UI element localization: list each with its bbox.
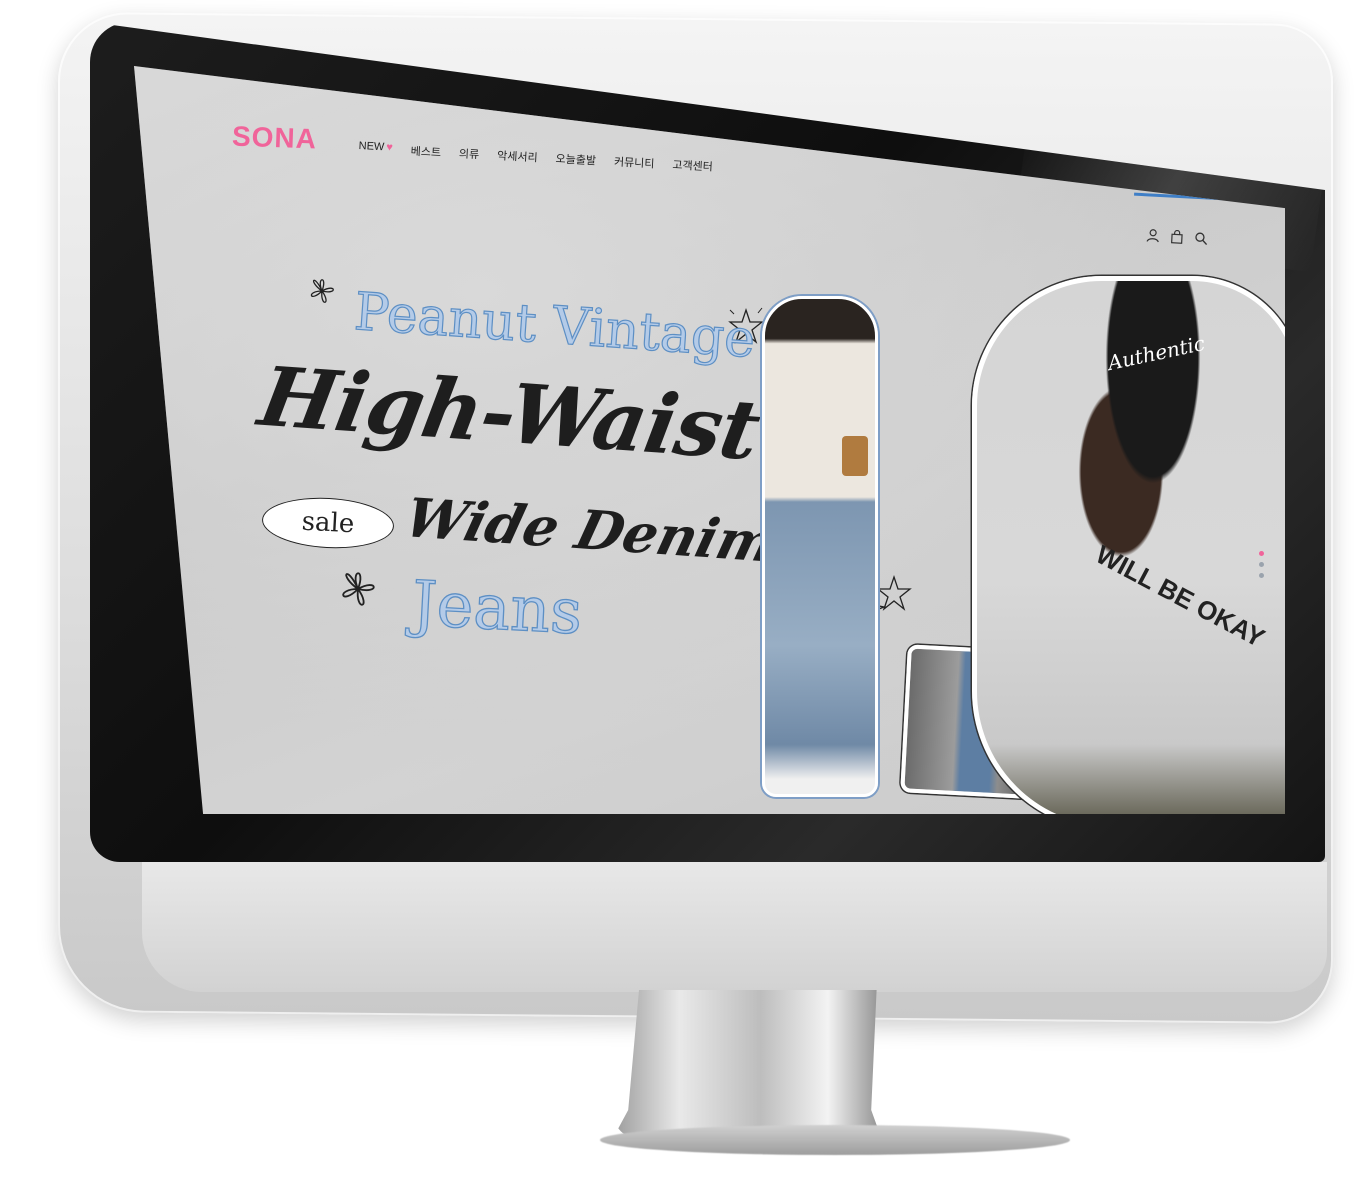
header-icons [1146, 227, 1209, 246]
hero-title-line3: Wide Denim [398, 485, 783, 575]
search-icon[interactable] [1194, 230, 1209, 246]
nav-item-today-shipping[interactable]: 오늘출발 [555, 150, 596, 168]
sale-badge: sale [260, 494, 396, 552]
nav-item-label: NEW [358, 140, 385, 154]
cap-print-text: Authentic [1105, 331, 1208, 375]
hero-title-line4: Jeans [410, 566, 585, 649]
main-nav: NEW♥ 베스트 의류 악세서리 오늘출발 커뮤니티 고객센터 [358, 140, 713, 175]
nav-item-customer-center[interactable]: 고객센터 [672, 156, 713, 174]
monitor-stand [612, 990, 882, 1140]
model-full-body-photo[interactable] [762, 296, 878, 797]
model-handbag [842, 436, 868, 476]
slider-dot[interactable] [1259, 562, 1264, 567]
shirt-print-text: WILL BE OKAY [1091, 539, 1270, 654]
site-logo[interactable]: SONA [231, 121, 318, 156]
heart-icon: ♥ [386, 141, 394, 154]
flower-doodle-icon [310, 279, 334, 303]
slider-dot[interactable] [1259, 551, 1264, 556]
hero-title-line2: High-Waist [252, 349, 767, 479]
hero-title-line1: Peanut Vintage [352, 281, 758, 370]
slider-indicator [1259, 551, 1264, 578]
model-cap-photo[interactable]: Authentic WILL BE OKAY [972, 276, 1285, 814]
slider-dot[interactable] [1259, 573, 1264, 578]
user-icon[interactable] [1146, 227, 1161, 243]
nav-item-community[interactable]: 커뮤니티 [614, 153, 655, 171]
shopping-bag-icon[interactable] [1170, 229, 1185, 244]
nav-item-new[interactable]: NEW♥ [358, 140, 393, 158]
nav-item-accessories[interactable]: 악세서리 [497, 147, 538, 165]
monitor-stand-base [600, 1125, 1070, 1155]
nav-item-best[interactable]: 베스트 [410, 143, 441, 161]
monitor-chin [142, 862, 1327, 992]
nav-item-clothing[interactable]: 의류 [459, 145, 480, 162]
flower-doodle-icon [342, 572, 375, 606]
